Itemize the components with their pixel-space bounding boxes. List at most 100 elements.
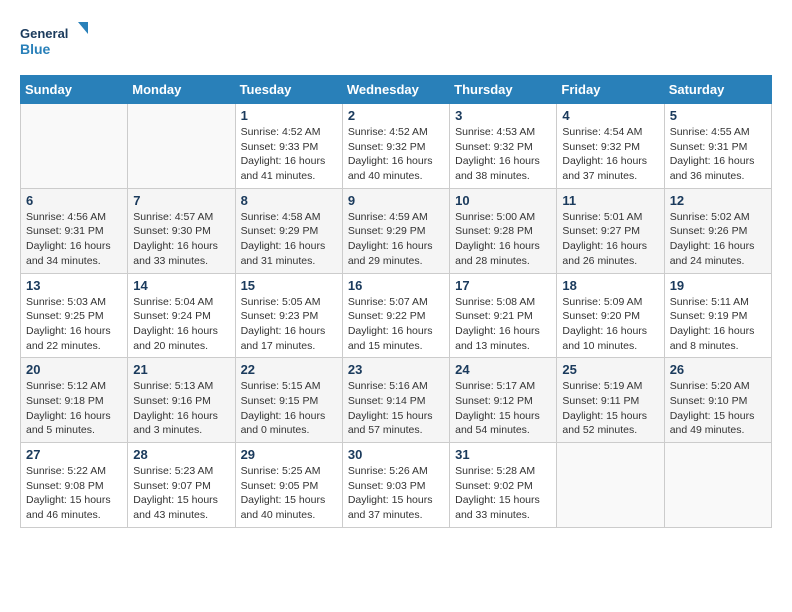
calendar-week-row: 27 Sunrise: 5:22 AM Sunset: 9:08 PM Dayli… <box>21 443 772 528</box>
calendar-cell: 5 Sunrise: 4:55 AM Sunset: 9:31 PM Daylig… <box>664 104 771 189</box>
calendar-cell: 3 Sunrise: 4:53 AM Sunset: 9:32 PM Daylig… <box>450 104 557 189</box>
calendar-cell: 7 Sunrise: 4:57 AM Sunset: 9:30 PM Daylig… <box>128 188 235 273</box>
day-info: Sunrise: 4:58 AM Sunset: 9:29 PM Dayligh… <box>241 210 337 269</box>
calendar-cell: 12 Sunrise: 5:02 AM Sunset: 9:26 PM Dayli… <box>664 188 771 273</box>
weekday-header-saturday: Saturday <box>664 76 771 104</box>
calendar-cell: 31 Sunrise: 5:28 AM Sunset: 9:02 PM Dayli… <box>450 443 557 528</box>
day-number: 22 <box>241 362 337 377</box>
day-info: Sunrise: 5:23 AM Sunset: 9:07 PM Dayligh… <box>133 464 229 523</box>
weekday-header-thursday: Thursday <box>450 76 557 104</box>
day-info: Sunrise: 5:25 AM Sunset: 9:05 PM Dayligh… <box>241 464 337 523</box>
day-info: Sunrise: 5:09 AM Sunset: 9:20 PM Dayligh… <box>562 295 658 354</box>
calendar-cell: 10 Sunrise: 5:00 AM Sunset: 9:28 PM Dayli… <box>450 188 557 273</box>
calendar-cell: 22Sunrise: 5:15 AM Sunset: 9:15 PM Dayli… <box>235 358 342 443</box>
day-number: 23 <box>348 362 444 377</box>
day-number: 8 <box>241 193 337 208</box>
day-number: 29 <box>241 447 337 462</box>
day-number: 5 <box>670 108 766 123</box>
day-info: Sunrise: 5:20 AM Sunset: 9:10 PM Dayligh… <box>670 379 766 438</box>
day-info: Sunrise: 4:54 AM Sunset: 9:32 PM Dayligh… <box>562 125 658 184</box>
day-info: Sunrise: 5:05 AM Sunset: 9:23 PM Dayligh… <box>241 295 337 354</box>
calendar-cell: 29 Sunrise: 5:25 AM Sunset: 9:05 PM Dayli… <box>235 443 342 528</box>
day-number: 16 <box>348 278 444 293</box>
calendar-cell: 16Sunrise: 5:07 AM Sunset: 9:22 PM Dayli… <box>342 273 449 358</box>
day-number: 1 <box>241 108 337 123</box>
day-info: Sunrise: 4:52 AM Sunset: 9:32 PM Dayligh… <box>348 125 444 184</box>
day-info: Sunrise: 5:08 AM Sunset: 9:21 PM Dayligh… <box>455 295 551 354</box>
day-info: Sunrise: 5:22 AM Sunset: 9:08 PM Dayligh… <box>26 464 122 523</box>
calendar-cell <box>21 104 128 189</box>
calendar-cell: 6 Sunrise: 4:56 AM Sunset: 9:31 PM Daylig… <box>21 188 128 273</box>
day-info: Sunrise: 4:52 AM Sunset: 9:33 PM Dayligh… <box>241 125 337 184</box>
weekday-header-tuesday: Tuesday <box>235 76 342 104</box>
calendar-week-row: 20 Sunrise: 5:12 AM Sunset: 9:18 PM Dayli… <box>21 358 772 443</box>
calendar-week-row: 1 Sunrise: 4:52 AM Sunset: 9:33 PM Daylig… <box>21 104 772 189</box>
day-info: Sunrise: 4:53 AM Sunset: 9:32 PM Dayligh… <box>455 125 551 184</box>
calendar-week-row: 6 Sunrise: 4:56 AM Sunset: 9:31 PM Daylig… <box>21 188 772 273</box>
day-number: 20 <box>26 362 122 377</box>
day-info: Sunrise: 5:17 AM Sunset: 9:12 PM Dayligh… <box>455 379 551 438</box>
calendar-cell: 30 Sunrise: 5:26 AM Sunset: 9:03 PM Dayli… <box>342 443 449 528</box>
calendar-cell: 18 Sunrise: 5:09 AM Sunset: 9:20 PM Dayli… <box>557 273 664 358</box>
day-number: 12 <box>670 193 766 208</box>
day-info: Sunrise: 4:55 AM Sunset: 9:31 PM Dayligh… <box>670 125 766 184</box>
weekday-header-wednesday: Wednesday <box>342 76 449 104</box>
calendar-cell: 15 Sunrise: 5:05 AM Sunset: 9:23 PM Dayli… <box>235 273 342 358</box>
calendar-cell: 13Sunrise: 5:03 AM Sunset: 9:25 PM Dayli… <box>21 273 128 358</box>
day-info: Sunrise: 5:13 AM Sunset: 9:16 PM Dayligh… <box>133 379 229 438</box>
day-number: 2 <box>348 108 444 123</box>
day-number: 9 <box>348 193 444 208</box>
calendar-cell: 11 Sunrise: 5:01 AM Sunset: 9:27 PM Dayli… <box>557 188 664 273</box>
day-number: 3 <box>455 108 551 123</box>
day-number: 28 <box>133 447 229 462</box>
day-number: 18 <box>562 278 658 293</box>
day-info: Sunrise: 5:11 AM Sunset: 9:19 PM Dayligh… <box>670 295 766 354</box>
day-number: 27 <box>26 447 122 462</box>
weekday-header-monday: Monday <box>128 76 235 104</box>
day-number: 31 <box>455 447 551 462</box>
day-number: 19 <box>670 278 766 293</box>
calendar-cell: 20 Sunrise: 5:12 AM Sunset: 9:18 PM Dayli… <box>21 358 128 443</box>
calendar-cell: 28 Sunrise: 5:23 AM Sunset: 9:07 PM Dayli… <box>128 443 235 528</box>
day-info: Sunrise: 5:26 AM Sunset: 9:03 PM Dayligh… <box>348 464 444 523</box>
day-info: Sunrise: 5:04 AM Sunset: 9:24 PM Dayligh… <box>133 295 229 354</box>
calendar-cell: 23Sunrise: 5:16 AM Sunset: 9:14 PM Dayli… <box>342 358 449 443</box>
weekday-header-row: SundayMondayTuesdayWednesdayThursdayFrid… <box>21 76 772 104</box>
day-number: 26 <box>670 362 766 377</box>
calendar-cell: 27 Sunrise: 5:22 AM Sunset: 9:08 PM Dayli… <box>21 443 128 528</box>
calendar-cell <box>664 443 771 528</box>
day-number: 15 <box>241 278 337 293</box>
svg-text:Blue: Blue <box>20 41 51 57</box>
day-info: Sunrise: 5:02 AM Sunset: 9:26 PM Dayligh… <box>670 210 766 269</box>
calendar-cell: 19 Sunrise: 5:11 AM Sunset: 9:19 PM Dayli… <box>664 273 771 358</box>
day-number: 4 <box>562 108 658 123</box>
day-number: 11 <box>562 193 658 208</box>
calendar-cell: 14 Sunrise: 5:04 AM Sunset: 9:24 PM Dayli… <box>128 273 235 358</box>
day-info: Sunrise: 5:12 AM Sunset: 9:18 PM Dayligh… <box>26 379 122 438</box>
calendar-cell: 26 Sunrise: 5:20 AM Sunset: 9:10 PM Dayli… <box>664 358 771 443</box>
day-number: 7 <box>133 193 229 208</box>
calendar-cell: 17 Sunrise: 5:08 AM Sunset: 9:21 PM Dayli… <box>450 273 557 358</box>
calendar-table: SundayMondayTuesdayWednesdayThursdayFrid… <box>20 75 772 528</box>
calendar-cell <box>128 104 235 189</box>
day-info: Sunrise: 4:57 AM Sunset: 9:30 PM Dayligh… <box>133 210 229 269</box>
day-number: 10 <box>455 193 551 208</box>
day-number: 25 <box>562 362 658 377</box>
calendar-cell: 1 Sunrise: 4:52 AM Sunset: 9:33 PM Daylig… <box>235 104 342 189</box>
day-number: 6 <box>26 193 122 208</box>
calendar-cell: 4 Sunrise: 4:54 AM Sunset: 9:32 PM Daylig… <box>557 104 664 189</box>
weekday-header-sunday: Sunday <box>21 76 128 104</box>
day-number: 30 <box>348 447 444 462</box>
calendar-cell: 9Sunrise: 4:59 AM Sunset: 9:29 PM Daylig… <box>342 188 449 273</box>
day-number: 14 <box>133 278 229 293</box>
day-info: Sunrise: 5:19 AM Sunset: 9:11 PM Dayligh… <box>562 379 658 438</box>
day-number: 17 <box>455 278 551 293</box>
day-info: Sunrise: 5:28 AM Sunset: 9:02 PM Dayligh… <box>455 464 551 523</box>
day-info: Sunrise: 4:56 AM Sunset: 9:31 PM Dayligh… <box>26 210 122 269</box>
logo: General Blue <box>20 20 90 65</box>
day-number: 21 <box>133 362 229 377</box>
day-info: Sunrise: 5:01 AM Sunset: 9:27 PM Dayligh… <box>562 210 658 269</box>
logo-svg: General Blue <box>20 20 90 65</box>
day-info: Sunrise: 5:00 AM Sunset: 9:28 PM Dayligh… <box>455 210 551 269</box>
calendar-cell: 24Sunrise: 5:17 AM Sunset: 9:12 PM Dayli… <box>450 358 557 443</box>
